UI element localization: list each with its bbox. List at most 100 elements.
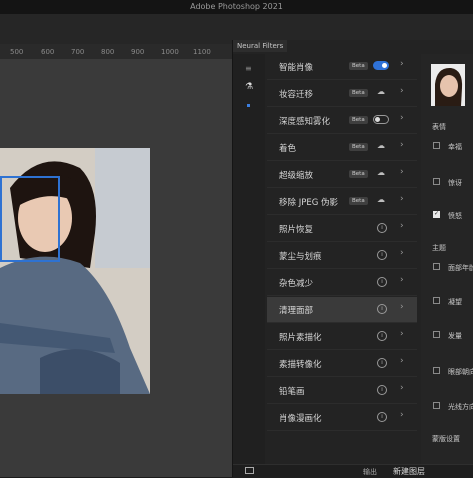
info-icon[interactable]: i <box>377 331 387 341</box>
filter-label: 肖像漫画化 <box>279 414 322 424</box>
beta-badge: Beta <box>349 62 368 70</box>
ruler-tick: 1100 <box>193 48 211 56</box>
app-title: Adobe Photoshop 2021 <box>190 2 283 11</box>
flask-icon[interactable]: ⚗ <box>245 82 253 92</box>
chevron-right-icon[interactable]: › <box>400 140 404 150</box>
neural-filters-panel: Neural Filters ≡ ⚗ 智能肖像 Beta › 妆容迁移 Beta… <box>232 40 473 478</box>
chevron-right-icon[interactable]: › <box>400 248 404 258</box>
filter-row-dust-scratches[interactable]: 蒙尘与划痕 i › <box>267 243 417 269</box>
compare-icon[interactable] <box>245 467 254 474</box>
filter-row-depth-blur[interactable]: 深度感知雾化 Beta › <box>267 108 417 134</box>
info-icon[interactable]: i <box>377 385 387 395</box>
filter-row-smart-portrait[interactable]: 智能肖像 Beta › <box>267 54 417 80</box>
panel-icon-column: ≡ ⚗ <box>233 54 265 464</box>
filter-label: 照片恢复 <box>279 225 314 235</box>
list-icon[interactable]: ≡ <box>245 64 252 73</box>
filter-row-photo-restoration[interactable]: 照片恢复 i › <box>267 216 417 242</box>
ruler-tick: 800 <box>101 48 115 56</box>
filter-row-photo-to-sketch[interactable]: 照片素描化 i › <box>267 324 417 350</box>
filter-settings-pane: 表情 幸福 惊讶 愤怒 主题 面部年龄 凝望 发量 眼部朝向 光线方向 蒙版设置 <box>421 54 473 464</box>
filter-label: 移除 JPEG 伪影 <box>279 198 338 208</box>
active-dot-icon <box>247 104 250 107</box>
info-icon[interactable]: i <box>377 304 387 314</box>
ruler-tick: 600 <box>41 48 55 56</box>
info-icon[interactable]: i <box>377 223 387 233</box>
face-thumbnail[interactable] <box>431 64 465 106</box>
chevron-right-icon[interactable]: › <box>400 194 404 204</box>
chevron-right-icon[interactable]: › <box>400 329 404 339</box>
output-label: 输出 <box>363 468 377 476</box>
option-label: 眼部朝向 <box>448 368 473 376</box>
option-label: 面部年龄 <box>448 264 473 272</box>
filter-row-pencil-artwork[interactable]: 铅笔画 i › <box>267 378 417 404</box>
chevron-right-icon[interactable]: › <box>400 356 404 366</box>
info-icon[interactable]: i <box>377 250 387 260</box>
beta-badge: Beta <box>349 116 368 124</box>
filter-label: 着色 <box>279 144 297 154</box>
filter-label: 妆容迁移 <box>279 90 314 100</box>
checkbox-hair-thickness[interactable] <box>433 331 440 338</box>
option-label: 发量 <box>448 332 462 340</box>
chevron-right-icon[interactable]: › <box>400 410 404 420</box>
filter-label: 铅笔画 <box>279 387 305 397</box>
checkbox-happiness[interactable] <box>433 142 440 149</box>
checkbox-facial-age[interactable] <box>433 263 440 270</box>
filter-row-portrait-caricature[interactable]: 肖像漫画化 i › <box>267 405 417 431</box>
chevron-right-icon[interactable]: › <box>400 113 404 123</box>
info-icon[interactable]: i <box>377 277 387 287</box>
cloud-download-icon[interactable]: ☁ <box>377 87 385 96</box>
ruler-tick: 1000 <box>161 48 179 56</box>
ruler-tick: 700 <box>71 48 85 56</box>
checkbox-light-direction[interactable] <box>433 402 440 409</box>
checkbox-anger[interactable] <box>433 210 440 218</box>
panel-tab-neural-filters[interactable]: Neural Filters <box>233 40 288 52</box>
cloud-download-icon[interactable]: ☁ <box>377 195 385 204</box>
info-icon[interactable]: i <box>377 358 387 368</box>
checkbox-surprise[interactable] <box>433 178 440 185</box>
filter-row-sketch-to-portrait[interactable]: 素描转像化 i › <box>267 351 417 377</box>
ruler-tick: 500 <box>10 48 24 56</box>
horizontal-ruler: 500 600 700 800 900 1000 1100 <box>0 44 232 60</box>
filter-label: 照片素描化 <box>279 333 322 343</box>
filter-row-makeup-transfer[interactable]: 妆容迁移 Beta ☁ › <box>267 81 417 107</box>
chevron-right-icon[interactable]: › <box>400 383 404 393</box>
info-icon[interactable]: i <box>377 412 387 422</box>
filter-row-noise-reduction[interactable]: 杂色减少 i › <box>267 270 417 296</box>
face-selection-box <box>0 176 60 262</box>
cloud-download-icon[interactable]: ☁ <box>377 168 385 177</box>
checkbox-head-direction[interactable] <box>433 367 440 374</box>
expression-section-title: 表情 <box>432 123 446 131</box>
chevron-right-icon[interactable]: › <box>400 59 404 69</box>
mask-settings-title: 蒙版设置 <box>432 435 460 443</box>
filter-label: 深度感知雾化 <box>279 117 331 127</box>
option-label: 幸福 <box>448 143 462 151</box>
panel-footer: 输出 新建图层 <box>233 464 473 478</box>
filter-label: 杂色减少 <box>279 279 314 289</box>
beta-badge: Beta <box>349 197 368 205</box>
title-bar: Adobe Photoshop 2021 <box>0 0 473 14</box>
ruler-tick: 900 <box>131 48 145 56</box>
filter-label: 蒙尘与划痕 <box>279 252 322 262</box>
option-label: 惊讶 <box>448 179 462 187</box>
filter-label: 超级缩放 <box>279 171 314 181</box>
filter-row-super-zoom[interactable]: 超级缩放 Beta ☁ › <box>267 162 417 188</box>
chevron-right-icon[interactable]: › <box>400 167 404 177</box>
beta-badge: Beta <box>349 89 368 97</box>
filter-label: 素描转像化 <box>279 360 322 370</box>
chevron-right-icon[interactable]: › <box>400 86 404 96</box>
chevron-right-icon[interactable]: › <box>400 275 404 285</box>
checkbox-gaze[interactable] <box>433 297 440 304</box>
filter-row-jpeg-artifacts[interactable]: 移除 JPEG 伪影 Beta ☁ › <box>267 189 417 215</box>
filter-row-face-cleanup[interactable]: 清理面部 i › <box>267 297 417 323</box>
cloud-download-icon[interactable]: ☁ <box>377 141 385 150</box>
portrait-photo[interactable] <box>0 148 150 394</box>
filter-toggle[interactable] <box>373 115 389 124</box>
filter-row-colorize[interactable]: 着色 Beta ☁ › <box>267 135 417 161</box>
output-select[interactable]: 新建图层 <box>393 466 425 477</box>
theme-section-title: 主题 <box>432 244 446 252</box>
filter-toggle[interactable] <box>373 61 389 70</box>
beta-badge: Beta <box>349 143 368 151</box>
chevron-right-icon[interactable]: › <box>400 221 404 231</box>
chevron-right-icon[interactable]: › <box>400 302 404 312</box>
option-label: 愤怒 <box>448 212 462 220</box>
